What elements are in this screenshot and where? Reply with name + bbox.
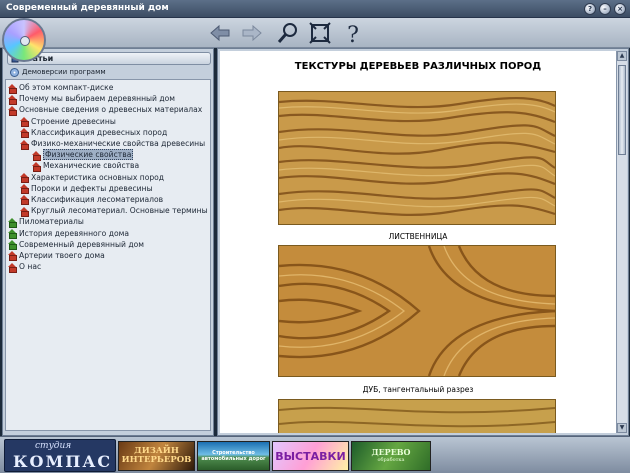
tree-item-label: Почему мы выбираем деревянный дом	[19, 94, 176, 104]
banner-expo-label: ВЫСТАВКИ	[275, 449, 346, 463]
tab-demo-programs[interactable]: Демоверсии программ	[7, 66, 211, 78]
tree-item[interactable]: Круглый лесоматериал. Основные термины	[6, 205, 210, 217]
house-icon	[8, 251, 17, 262]
article-view: ТЕКСТУРЫ ДЕРЕВЬЕВ РАЗЛИЧНЫХ ПОРОД ЛИСТВЕ…	[220, 51, 616, 433]
cd-icon	[10, 67, 19, 77]
banner-road-construction[interactable]: Строительство автомобильных дорог	[197, 441, 270, 471]
help-window-button[interactable]: ?	[584, 3, 596, 15]
tree-item-label: История деревянного дома	[19, 228, 130, 238]
tree-item-label: Строение древесины	[31, 116, 116, 126]
fullscreen-icon	[309, 22, 331, 44]
help-button[interactable]: ?	[341, 21, 365, 45]
tree-item[interactable]: Классификация древесных пород	[6, 127, 210, 139]
tree-item[interactable]: Характеристика основных пород	[6, 172, 210, 184]
tree-item[interactable]: Классификация лесоматериалов	[6, 194, 210, 206]
window-title: Современный деревянный дом	[6, 3, 169, 13]
tree-item-label: Круглый лесоматериал. Основные термины	[31, 206, 208, 216]
tree-item-label: Артерии твоего дома	[19, 250, 105, 260]
banner-exhibitions[interactable]: ВЫСТАВКИ	[272, 441, 349, 471]
logo-studio-text: студия	[35, 441, 72, 451]
larch-texture-image	[278, 91, 556, 225]
tree-item-label: Характеристика основных пород	[31, 172, 165, 182]
window-controls: ? – ×	[584, 3, 626, 15]
banner-road-label: Строительство автомобильных дорог	[201, 450, 266, 462]
tree-item-label: Классификация лесоматериалов	[31, 194, 164, 204]
tree-item-label: Современный деревянный дом	[19, 239, 144, 249]
house-icon	[8, 229, 17, 240]
house-icon	[20, 184, 29, 195]
minimize-button[interactable]: –	[599, 3, 611, 15]
question-icon: ?	[347, 23, 359, 45]
logo-main-text: КОМПАС	[13, 452, 113, 471]
back-button[interactable]	[208, 21, 232, 45]
tree-item-label: О нас	[19, 262, 42, 272]
banner-design-label: ДИЗАЙН ИНТЕРЬЕРОВ	[121, 446, 192, 465]
svg-text:?: ?	[347, 23, 359, 45]
tree-item-label: Механические свойства	[43, 161, 140, 171]
larch-caption: ЛИСТВЕННИЦА	[388, 232, 448, 241]
tree-item[interactable]: Пиломатериалы	[6, 216, 210, 228]
tree-item[interactable]: Физико-механические свойства древесины	[6, 138, 210, 150]
house-icon	[32, 150, 41, 161]
forward-button[interactable]	[240, 21, 264, 45]
house-icon	[20, 195, 29, 206]
tree-item[interactable]: Основные сведения о древесных материалах	[6, 104, 210, 116]
forward-arrow-icon	[242, 24, 262, 42]
magnifier-icon	[277, 23, 297, 43]
scroll-thumb[interactable]	[618, 65, 626, 155]
tree-item[interactable]: Механические свойства	[6, 160, 210, 172]
house-icon	[20, 117, 29, 128]
cd-logo-icon	[2, 18, 46, 62]
house-icon	[8, 94, 17, 105]
tree-item-label: Классификация древесных пород	[31, 127, 168, 137]
page-title: ТЕКСТУРЫ ДЕРЕВЬЕВ РАЗЛИЧНЫХ ПОРОД	[294, 61, 542, 72]
oak-caption: ДУБ, тангентальный разрез	[362, 385, 474, 394]
house-icon	[20, 173, 29, 184]
tree-item-label: Об этом компакт-диске	[19, 83, 114, 93]
scroll-down-icon[interactable]: ▼	[617, 423, 627, 433]
house-icon	[20, 128, 29, 139]
tree-item-label: Основные сведения о древесных материалах	[19, 105, 203, 115]
back-arrow-icon	[210, 24, 230, 42]
sidebar: Статьи Демоверсии программ Об этом компа…	[2, 48, 214, 436]
house-icon	[20, 206, 29, 217]
footer-banners: студия КОМПАС ДИЗАЙН ИНТЕРЬЕРОВ Строител…	[0, 436, 630, 473]
article-tree: Об этом компакт-диске Почему мы выбираем…	[5, 79, 211, 431]
kompas-logo[interactable]: студия КОМПАС	[4, 439, 116, 472]
close-button[interactable]: ×	[614, 3, 626, 15]
tree-item[interactable]: Артерии твоего дома	[6, 250, 210, 262]
tree-item[interactable]: О нас	[6, 261, 210, 273]
banner-wood-sub: обработка	[377, 457, 405, 463]
banner-interior-design[interactable]: ДИЗАЙН ИНТЕРЬЕРОВ	[118, 441, 195, 471]
tree-item[interactable]: История деревянного дома	[6, 227, 210, 240]
title-bar: Современный деревянный дом ? – ×	[0, 0, 630, 18]
fullscreen-button[interactable]	[308, 21, 332, 45]
house-icon	[8, 262, 17, 273]
oak-texture-image	[278, 245, 556, 377]
house-icon	[32, 161, 41, 172]
search-button[interactable]	[276, 21, 300, 45]
tree-item[interactable]: Строение древесины	[6, 116, 210, 128]
tree-item-label: Пороки и дефекты древесины	[31, 183, 153, 193]
tree-item-selected[interactable]: Физические свойства	[6, 149, 210, 161]
tree-item[interactable]: Почему мы выбираем деревянный дом	[6, 93, 210, 105]
content-panel: ТЕКСТУРЫ ДЕРЕВЬЕВ РАЗЛИЧНЫХ ПОРОД ЛИСТВЕ…	[217, 48, 629, 436]
tree-item-label: Физические свойства	[43, 149, 134, 161]
tree-item[interactable]: Современный деревянный дом	[6, 239, 210, 251]
toolbar: ?	[0, 18, 630, 62]
tab-demo-label: Демоверсии программ	[22, 68, 106, 76]
house-icon	[8, 240, 17, 251]
house-icon	[8, 83, 17, 94]
house-icon	[20, 139, 29, 150]
scroll-up-icon[interactable]: ▲	[617, 51, 627, 61]
partial-texture-image	[278, 399, 556, 433]
banner-wood-processing[interactable]: ДЕРЕВО обработка	[351, 441, 431, 471]
tree-item[interactable]: Об этом компакт-диске	[6, 82, 210, 94]
house-icon	[8, 105, 17, 116]
tree-item-label: Физико-механические свойства древесины	[31, 139, 206, 149]
tree-item[interactable]: Пороки и дефекты древесины	[6, 183, 210, 195]
tree-item-label: Пиломатериалы	[19, 217, 84, 227]
house-icon	[8, 217, 17, 228]
content-scrollbar[interactable]: ▲ ▼	[616, 51, 627, 433]
